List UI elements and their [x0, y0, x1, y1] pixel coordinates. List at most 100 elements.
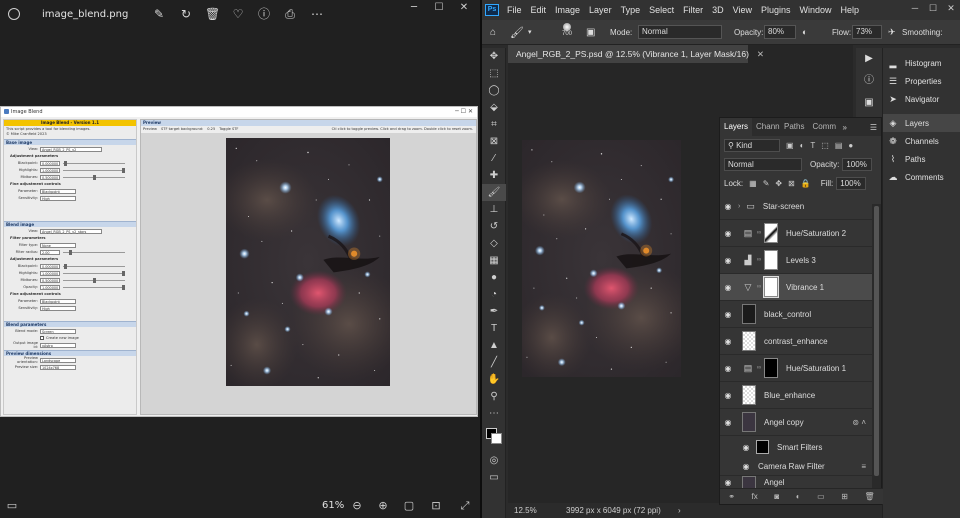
hand-tool-icon[interactable]: ✋ — [482, 371, 506, 388]
chevron-right-icon[interactable]: › — [738, 203, 740, 210]
layer-row[interactable]: ◉ ▟ ∞ Levels 3 — [720, 247, 872, 274]
path-select-tool-icon[interactable]: ▲ — [482, 337, 506, 354]
panel-histogram[interactable]: ▂ Histogram — [883, 54, 960, 72]
brush-size-picker[interactable]: 700 — [560, 23, 574, 41]
menu-view[interactable]: View — [733, 5, 752, 15]
panel-channels[interactable]: ❁ Channels — [883, 132, 960, 150]
eye-icon[interactable]: ◉ — [720, 478, 736, 487]
tab-layers[interactable]: Layers — [720, 118, 753, 136]
lasso-tool-icon[interactable]: ◯ — [482, 82, 506, 99]
chevron-down-icon[interactable]: ▾ — [528, 28, 532, 36]
layer-mask-thumbnail[interactable] — [763, 276, 779, 298]
ps-minimize-icon[interactable]: ─ — [908, 3, 922, 15]
pen-tool-icon[interactable]: ✒ — [482, 303, 506, 320]
zoom-out-icon[interactable]: ⊖ — [350, 499, 364, 513]
layer-row[interactable]: ◉ Smart Filters — [720, 436, 872, 458]
healing-tool-icon[interactable]: ✚ — [482, 167, 506, 184]
menu-3d[interactable]: 3D — [712, 5, 724, 15]
airbrush-icon[interactable]: ✈ — [888, 27, 896, 38]
mode-select[interactable]: Normal — [638, 25, 722, 39]
eye-icon[interactable]: ◉ — [720, 283, 736, 292]
close-tab-icon[interactable]: ✕ — [757, 49, 764, 59]
panel-properties[interactable]: ☰ Properties — [883, 72, 960, 90]
color-swatches[interactable] — [482, 422, 505, 452]
tab-comments[interactable]: Comments — [808, 118, 836, 136]
layer-row-selected[interactable]: ◉ ▽ ∞ Vibrance 1 — [720, 274, 872, 301]
line-tool-icon[interactable]: ╱ — [482, 354, 506, 371]
type-filter-icon[interactable]: T — [810, 141, 815, 150]
fullscreen-icon[interactable]: ⤢ — [458, 499, 472, 513]
layer-row[interactable]: ◉ Camera Raw Filter ≡ — [720, 458, 872, 476]
new-layer-icon[interactable]: ⊞ — [841, 492, 848, 501]
object-select-tool-icon[interactable]: ⬙ — [482, 99, 506, 116]
layer-row[interactable]: ◉ contrast_enhance — [720, 328, 872, 355]
more-tools-icon[interactable]: ⋯ — [482, 405, 506, 422]
menu-file[interactable]: File — [507, 5, 522, 15]
filter-options-icon[interactable]: ≡ — [861, 462, 866, 471]
info-panel-icon[interactable]: ⓘ — [856, 70, 882, 92]
panel-menu-icon[interactable]: ☰ — [870, 123, 877, 132]
minimize-icon[interactable]: ─ — [404, 2, 424, 14]
layer-mask-thumbnail[interactable] — [764, 358, 778, 378]
eraser-tool-icon[interactable]: ◇ — [482, 235, 506, 252]
delete-layer-icon[interactable]: 🗑 — [865, 492, 875, 501]
menu-window[interactable]: Window — [800, 5, 832, 15]
blur-tool-icon[interactable]: ● — [482, 269, 506, 286]
expand-icon[interactable]: » — [842, 123, 846, 132]
move-tool-icon[interactable]: ✥ — [482, 48, 506, 65]
tab-channels[interactable]: Channels — [752, 118, 780, 136]
dodge-tool-icon[interactable]: ◔ — [482, 286, 506, 303]
opacity-field[interactable]: 80% — [764, 25, 796, 39]
ps-close-icon[interactable]: ✕ — [944, 3, 958, 15]
fit-icon[interactable]: ▢ — [402, 499, 416, 513]
menu-help[interactable]: Help — [841, 5, 860, 15]
eyedropper-tool-icon[interactable]: ⁄ — [482, 150, 506, 167]
background-color-swatch[interactable] — [491, 433, 502, 444]
panel-paths[interactable]: ⌇ Paths — [883, 150, 960, 168]
flow-field[interactable]: 73% — [852, 25, 882, 39]
menu-image[interactable]: Image — [555, 5, 580, 15]
nebula-canvas[interactable] — [522, 140, 681, 377]
history-brush-tool-icon[interactable]: ↺ — [482, 218, 506, 235]
status-arrow-icon[interactable]: › — [678, 503, 681, 518]
menu-layer[interactable]: Layer — [589, 5, 612, 15]
layer-row[interactable]: ◉ ▤ ∞ Hue/Saturation 1 — [720, 355, 872, 382]
layer-row[interactable]: ◉ › ▭ Star-screen — [720, 193, 872, 220]
eye-icon[interactable]: ◉ — [720, 202, 736, 211]
layer-mask-thumbnail[interactable] — [764, 250, 778, 270]
ps-maximize-icon[interactable]: ☐ — [926, 3, 940, 15]
menu-select[interactable]: Select — [649, 5, 674, 15]
maximize-icon[interactable]: ☐ — [429, 2, 449, 14]
scrollbar-thumb[interactable] — [874, 206, 879, 476]
home-icon[interactable]: ⌂ — [490, 27, 496, 38]
type-tool-icon[interactable]: T — [482, 320, 506, 337]
marquee-tool-icon[interactable]: ⬚ — [482, 65, 506, 82]
properties-panel-icon[interactable]: ▣ — [856, 92, 882, 114]
eye-icon[interactable]: ◉ — [720, 229, 736, 238]
filter-toggle-icon[interactable]: ● — [848, 141, 853, 150]
lock-paint-icon[interactable]: ✎ — [763, 179, 770, 188]
smart-filter-icon[interactable]: ▤ — [835, 141, 843, 150]
lock-all-icon[interactable]: 🔒 — [801, 179, 811, 188]
layer-row[interactable]: ◉ Blue_enhance — [720, 382, 872, 409]
lock-pixels-icon[interactable]: ▦ — [749, 179, 757, 188]
panel-navigator[interactable]: ➤ Navigator — [883, 90, 960, 108]
eye-icon[interactable]: ◉ — [720, 337, 736, 346]
crop-tool-icon[interactable]: ⌗ — [482, 116, 506, 133]
panel-comments[interactable]: ☁ Comments — [883, 168, 960, 186]
kind-select[interactable]: ⚲ Kind — [724, 139, 780, 152]
layers-scrollbar[interactable] — [872, 204, 881, 490]
layer-row[interactable]: ◉ ▤ ∞ Hue/Saturation 2 — [720, 220, 872, 247]
pressure-opacity-icon[interactable]: ◐ — [802, 27, 807, 37]
edit-icon[interactable]: ✎ — [152, 7, 166, 21]
eye-icon[interactable]: ◉ — [720, 391, 736, 400]
pixel-filter-icon[interactable]: ▣ — [786, 141, 794, 150]
eye-icon[interactable]: ◉ — [720, 364, 736, 373]
delete-icon[interactable]: 🗑 — [205, 7, 220, 21]
info-icon[interactable]: ⓘ — [257, 7, 271, 21]
eye-icon[interactable]: ◉ — [720, 418, 736, 427]
quick-mask-icon[interactable]: ◎ — [482, 452, 506, 469]
tab-paths[interactable]: Paths — [780, 118, 808, 136]
actual-size-icon[interactable]: ⊡ — [429, 499, 443, 513]
blend-mode-select[interactable]: Normal — [724, 158, 802, 171]
